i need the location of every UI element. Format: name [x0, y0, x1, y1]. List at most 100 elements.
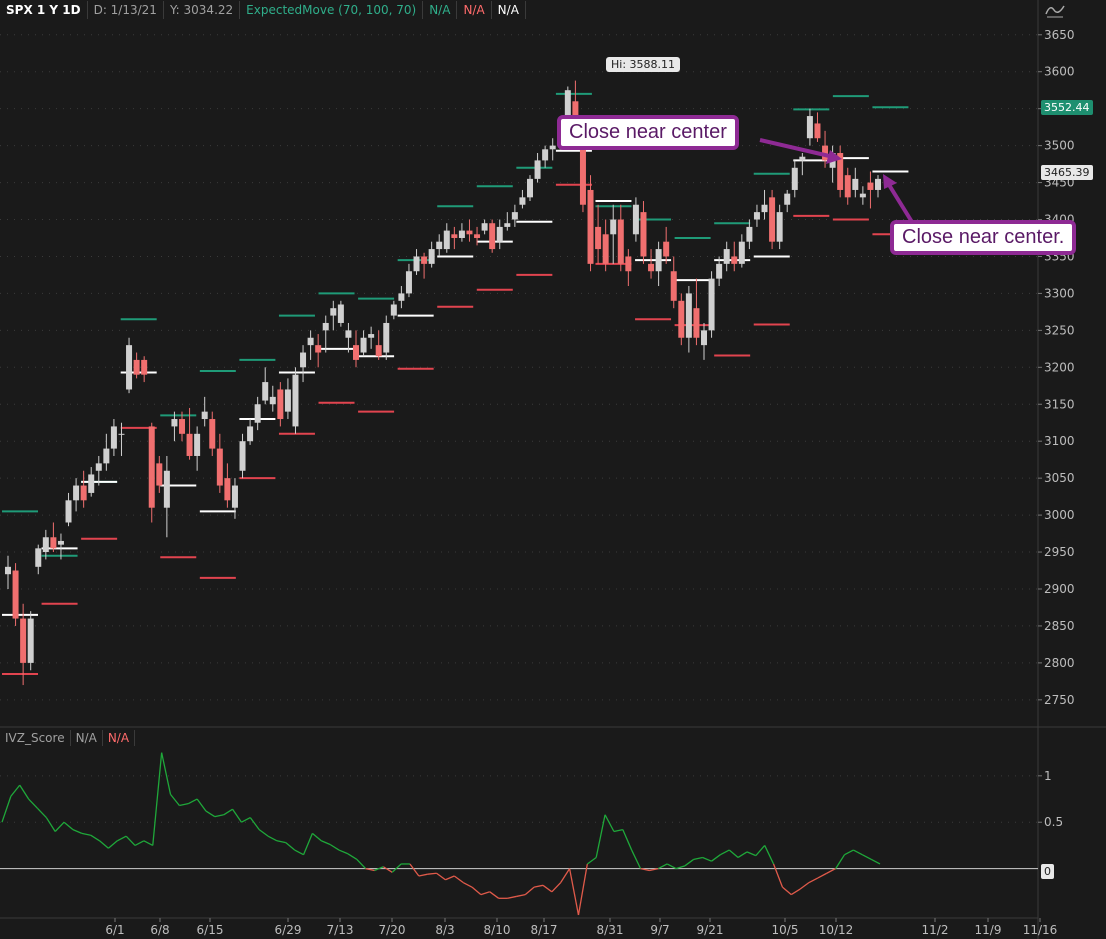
candle-body [156, 463, 163, 486]
chart-header: SPX 1 Y 1D D: 1/13/21 Y: 3034.22 Expecte… [0, 0, 526, 20]
osc-segment [99, 840, 109, 849]
candle-body [224, 478, 231, 501]
candle-body [35, 548, 42, 567]
candle-body [65, 500, 72, 523]
osc-segment [134, 840, 145, 846]
price-candles [5, 80, 881, 686]
x-tick-label: 7/20 [379, 923, 406, 937]
osc-segment [622, 829, 633, 851]
x-tick-label: 8/17 [531, 923, 558, 937]
osc-segment [595, 814, 606, 858]
osc-segment [568, 868, 580, 916]
callout-close-near-center-2: Close near center. [890, 220, 1077, 255]
candle-body [133, 359, 140, 375]
wave-icon [1045, 5, 1065, 18]
osc-segment [870, 858, 881, 865]
osc-segment [586, 856, 597, 865]
osc-segment [782, 886, 792, 896]
candle-body [496, 226, 503, 242]
osc-segment [302, 833, 314, 855]
oscillator-panel: 0.51 [0, 752, 1063, 916]
lower-panel-header: IVZ_Score N/A N/A [0, 729, 136, 747]
price-grid [0, 34, 1038, 701]
candle-body [209, 419, 216, 449]
candle-body [239, 441, 246, 471]
candle-body [436, 241, 443, 250]
candle-body [670, 271, 677, 301]
candle-body [769, 197, 776, 242]
candle-body [731, 256, 738, 264]
osc-segment [409, 863, 420, 877]
candle-body [42, 537, 49, 553]
chart-canvas[interactable]: 2750 2800 2850 2900 2950 3000 3050 3100 3150 3200… [0, 0, 1106, 939]
candle-body [859, 193, 866, 198]
candle-body [110, 426, 117, 449]
osc-segment [329, 843, 340, 851]
candle-body [390, 304, 397, 316]
settings-icon[interactable] [1044, 0, 1066, 20]
osc-segment [524, 886, 535, 896]
candle-body [685, 293, 692, 338]
candle-body [262, 382, 269, 401]
osc-segment [196, 798, 207, 812]
price-tick-label: 2750 [1044, 693, 1075, 707]
candle-body [814, 123, 821, 139]
osc-segment [631, 849, 642, 869]
candle-body [701, 330, 707, 346]
candle-body [345, 330, 352, 338]
osc-segment [471, 886, 482, 896]
candle-body [383, 322, 390, 353]
osc-segment [453, 875, 464, 884]
candle-body [474, 234, 481, 238]
x-tick-label: 10/12 [819, 923, 854, 937]
candle-body [247, 426, 254, 442]
osc-segment [436, 872, 446, 881]
price-tick-label: 2800 [1044, 656, 1075, 670]
candle-body [141, 359, 148, 375]
price-tick-label: 3000 [1044, 508, 1075, 522]
osc-segment [249, 817, 260, 831]
osc-segment [427, 872, 437, 875]
osc-segment [737, 851, 748, 859]
x-tick-label: 6/15 [197, 923, 224, 937]
candle-body [186, 433, 193, 456]
osc-segment [169, 793, 180, 806]
osc-segment [418, 873, 428, 877]
candle-body [330, 308, 337, 316]
osc-segment [853, 849, 863, 856]
osc-segment [285, 842, 296, 851]
osc-segment [711, 854, 721, 862]
candle-body [171, 419, 178, 427]
candle-body [315, 345, 322, 353]
symbol-label[interactable]: SPX 1 Y 1D [0, 1, 88, 19]
candle-body [678, 300, 685, 338]
candle-body [595, 226, 602, 250]
osc-segment [267, 835, 278, 842]
candle-body [852, 178, 859, 190]
x-tick-label: 11/2 [922, 923, 949, 937]
candle-body [549, 145, 556, 150]
osc-segment [45, 817, 56, 832]
study-value-2: N/A [457, 1, 492, 19]
lower-study-label[interactable]: IVZ_Score [0, 730, 71, 746]
candle-body [12, 570, 19, 619]
osc-segment [72, 829, 83, 834]
candle-body [632, 204, 639, 235]
osc-segment [276, 840, 286, 844]
candle-body [663, 241, 670, 257]
candle-body [791, 167, 798, 190]
price-badge-last: 3465.39 [1041, 165, 1093, 180]
osc-segment [205, 810, 216, 818]
osc-segment [702, 856, 712, 862]
candle-body [579, 145, 586, 205]
osc-segment [258, 829, 269, 837]
osc-segment [560, 868, 571, 883]
osc-segment [533, 884, 544, 888]
osc-segment [152, 752, 163, 846]
candle-body [693, 308, 700, 338]
candle-body [277, 389, 284, 420]
osc-segment [755, 844, 766, 857]
study-label[interactable]: ExpectedMove (70, 100, 70) [240, 1, 424, 19]
osc-segment [311, 832, 322, 842]
candle-body [648, 263, 655, 272]
